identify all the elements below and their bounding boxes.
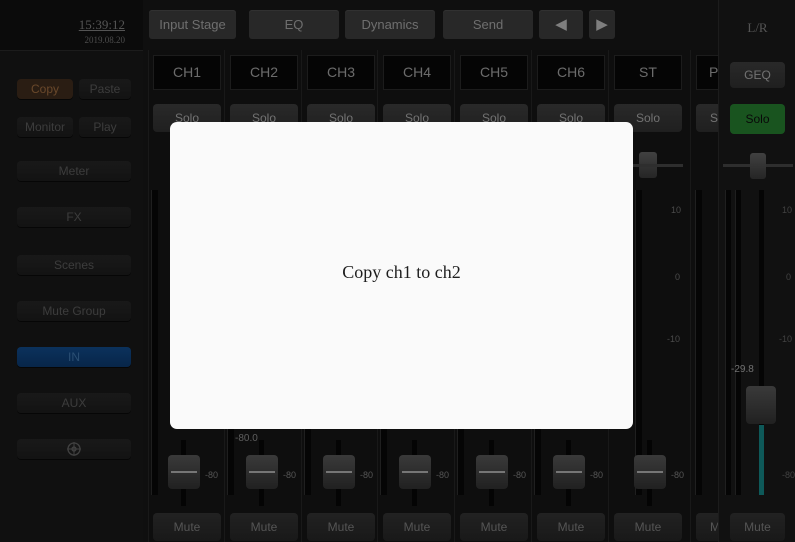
- copy-dialog: Copy ch1 to ch2: [170, 122, 633, 429]
- dialog-message: Copy ch1 to ch2: [342, 262, 461, 282]
